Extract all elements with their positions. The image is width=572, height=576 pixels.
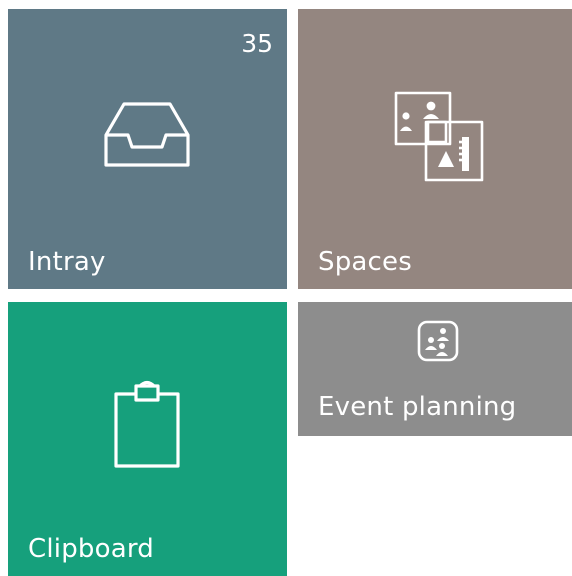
tile-label-clipboard: Clipboard (28, 534, 154, 564)
tile-label-spaces: Spaces (318, 247, 412, 277)
tile-intray[interactable]: 35 Intray (8, 9, 287, 289)
tile-label-event-planning: Event planning (318, 392, 517, 422)
intray-count-badge: 35 (241, 29, 273, 58)
clipboard-icon (114, 380, 180, 472)
spaces-icon (392, 89, 487, 188)
tile-event-planning[interactable]: Event planning (298, 302, 572, 436)
tile-label-intray: Intray (28, 247, 106, 277)
people-group-icon (417, 320, 459, 366)
tile-clipboard[interactable]: Clipboard (8, 302, 287, 576)
tile-spaces[interactable]: Spaces (298, 9, 572, 289)
inbox-tray-icon (104, 101, 190, 171)
